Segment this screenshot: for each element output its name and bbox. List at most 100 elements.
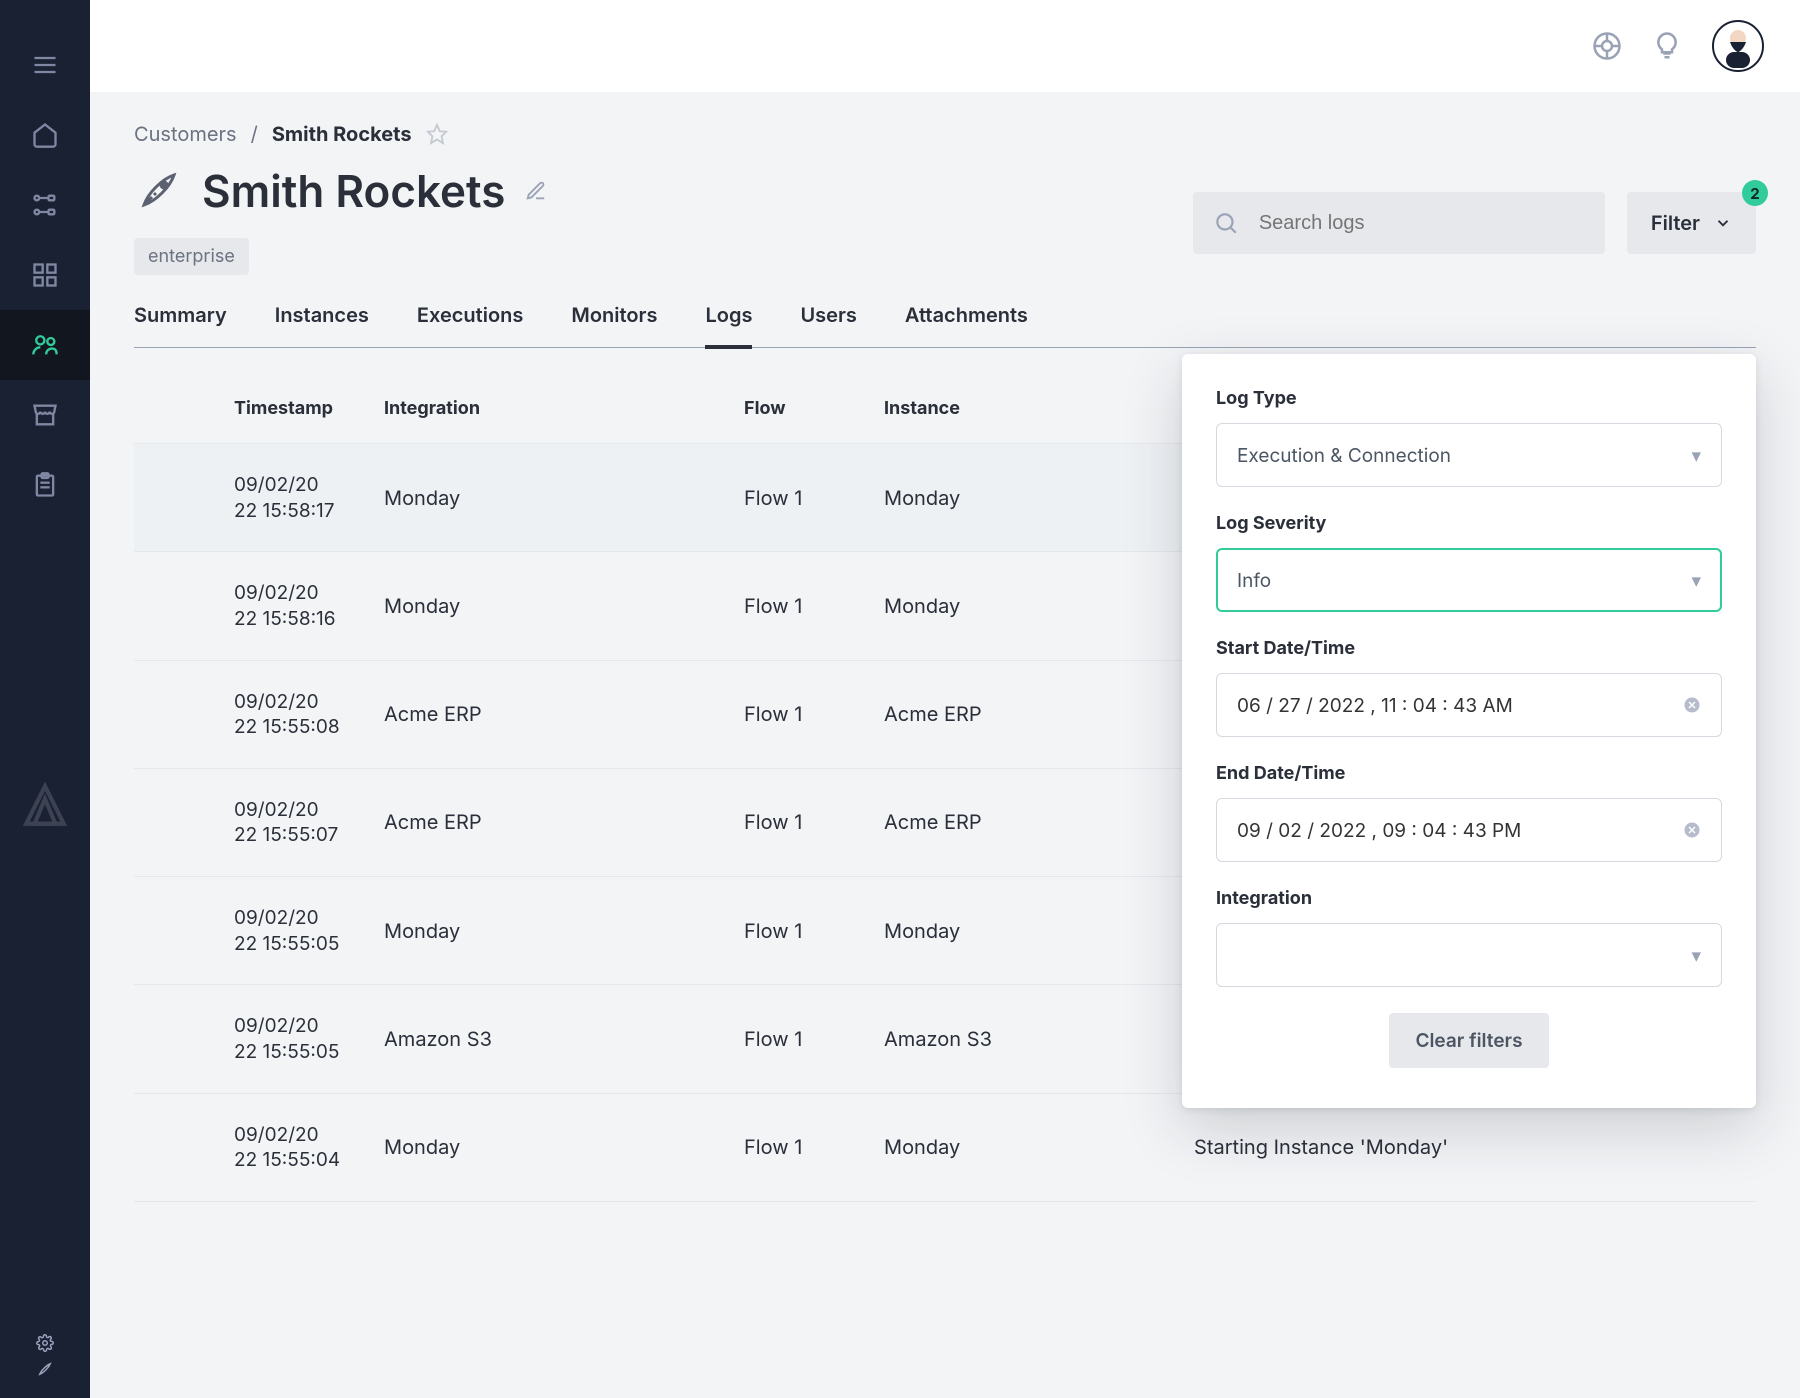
sidebar bbox=[0, 0, 90, 1398]
cell-integration: Monday bbox=[384, 1135, 744, 1159]
tab-monitors[interactable]: Monitors bbox=[571, 303, 657, 347]
end-datetime-input[interactable]: 09 / 02 / 2022 , 09 : 04 : 43 PM bbox=[1216, 798, 1722, 862]
cell-flow: Flow 1 bbox=[744, 919, 884, 943]
start-datetime-value: 06 / 27 / 2022 , 11 : 04 : 43 AM bbox=[1237, 694, 1513, 717]
sidebar-logo-watermark bbox=[20, 780, 70, 830]
cell-flow: Flow 1 bbox=[744, 810, 884, 834]
clear-end-icon[interactable] bbox=[1683, 821, 1701, 839]
home-icon bbox=[31, 121, 59, 149]
cell-instance: Monday bbox=[884, 594, 1194, 618]
cell-flow: Flow 1 bbox=[744, 1135, 884, 1159]
log-type-value: Execution & Connection bbox=[1237, 444, 1451, 467]
cell-instance: Acme ERP bbox=[884, 702, 1194, 726]
cell-flow: Flow 1 bbox=[744, 486, 884, 510]
chevron-down-icon: ▾ bbox=[1691, 944, 1701, 967]
search-input[interactable] bbox=[1257, 211, 1585, 236]
cell-message: Starting Instance 'Monday' bbox=[1194, 1135, 1800, 1159]
end-datetime-value: 09 / 02 / 2022 , 09 : 04 : 43 PM bbox=[1237, 819, 1521, 842]
page: Customers / Smith Rockets Smith Rockets … bbox=[90, 92, 1800, 1398]
tab-instances[interactable]: Instances bbox=[275, 303, 369, 347]
sidebar-item-components[interactable] bbox=[0, 240, 90, 310]
sidebar-menu-toggle[interactable] bbox=[0, 30, 90, 100]
page-title: Smith Rockets bbox=[202, 164, 505, 218]
sidebar-item-logs[interactable] bbox=[0, 450, 90, 520]
cell-integration: Monday bbox=[384, 919, 744, 943]
col-instance: Instance bbox=[884, 398, 1194, 419]
edit-title-icon[interactable] bbox=[525, 180, 547, 202]
log-type-select[interactable]: Execution & Connection ▾ bbox=[1216, 423, 1722, 487]
cell-integration: Amazon S3 bbox=[384, 1027, 744, 1051]
filter-label: Filter bbox=[1651, 211, 1700, 235]
cell-timestamp: 09/02/2022 15:58:16 bbox=[234, 580, 384, 631]
log-type-label: Log Type bbox=[1216, 388, 1722, 409]
avatar[interactable] bbox=[1712, 20, 1764, 72]
cell-timestamp: 09/02/2022 15:55:05 bbox=[234, 1013, 384, 1064]
cell-integration: Monday bbox=[384, 486, 744, 510]
sidebar-item-integrations[interactable] bbox=[0, 170, 90, 240]
clipboard-icon bbox=[31, 471, 59, 499]
cell-instance: Amazon S3 bbox=[884, 1027, 1194, 1051]
tab-users[interactable]: Users bbox=[800, 303, 856, 347]
help-icon[interactable] bbox=[1592, 31, 1622, 61]
integration-select[interactable]: ▾ bbox=[1216, 923, 1722, 987]
sidebar-item-marketplace[interactable] bbox=[0, 380, 90, 450]
clear-start-icon[interactable] bbox=[1683, 696, 1701, 714]
filter-count-badge: 2 bbox=[1742, 180, 1768, 206]
gear-icon[interactable] bbox=[36, 1334, 54, 1352]
cell-integration: Acme ERP bbox=[384, 810, 744, 834]
filter-button[interactable]: Filter 2 bbox=[1627, 192, 1756, 254]
severity-select[interactable]: Info ▾ bbox=[1216, 548, 1722, 612]
clear-filters-button[interactable]: Clear filters bbox=[1389, 1013, 1548, 1068]
search-input-wrapper[interactable] bbox=[1193, 192, 1605, 254]
tabs: Summary Instances Executions Monitors Lo… bbox=[134, 303, 1756, 348]
lightbulb-icon[interactable] bbox=[1652, 31, 1682, 61]
grid-icon bbox=[31, 261, 59, 289]
cell-timestamp: 09/02/2022 15:58:17 bbox=[234, 472, 384, 523]
cell-instance: Monday bbox=[884, 486, 1194, 510]
cell-instance: Monday bbox=[884, 919, 1194, 943]
breadcrumb-parent[interactable]: Customers bbox=[134, 122, 237, 146]
cell-integration: Monday bbox=[384, 594, 744, 618]
cell-instance: Monday bbox=[884, 1135, 1194, 1159]
chevron-down-icon bbox=[1714, 214, 1732, 232]
col-integration: Integration bbox=[384, 398, 744, 419]
breadcrumb: Customers / Smith Rockets bbox=[134, 122, 1756, 146]
sidebar-item-home[interactable] bbox=[0, 100, 90, 170]
start-datetime-label: Start Date/Time bbox=[1216, 638, 1722, 659]
rocket-icon bbox=[134, 167, 182, 215]
tab-logs[interactable]: Logs bbox=[705, 303, 752, 349]
cell-integration: Acme ERP bbox=[384, 702, 744, 726]
search-icon bbox=[1213, 210, 1239, 236]
integration-filter-label: Integration bbox=[1216, 888, 1722, 909]
cell-instance: Acme ERP bbox=[884, 810, 1194, 834]
tag-enterprise: enterprise bbox=[134, 238, 249, 275]
cell-timestamp: 09/02/2022 15:55:04 bbox=[234, 1122, 384, 1173]
store-icon bbox=[31, 401, 59, 429]
cell-flow: Flow 1 bbox=[744, 1027, 884, 1051]
cell-flow: Flow 1 bbox=[744, 702, 884, 726]
severity-label: Log Severity bbox=[1216, 513, 1722, 534]
col-flow: Flow bbox=[744, 398, 884, 419]
table-row[interactable]: 09/02/2022 15:55:04MondayFlow 1MondaySta… bbox=[134, 1094, 1756, 1202]
tab-summary[interactable]: Summary bbox=[134, 303, 227, 347]
chevron-down-icon: ▾ bbox=[1691, 569, 1701, 592]
cell-timestamp: 09/02/2022 15:55:08 bbox=[234, 689, 384, 740]
favorite-star-icon[interactable] bbox=[426, 123, 448, 145]
cell-timestamp: 09/02/2022 15:55:07 bbox=[234, 797, 384, 848]
start-datetime-input[interactable]: 06 / 27 / 2022 , 11 : 04 : 43 AM bbox=[1216, 673, 1722, 737]
log-controls: Filter 2 bbox=[1193, 192, 1756, 254]
tab-attachments[interactable]: Attachments bbox=[905, 303, 1028, 347]
end-datetime-label: End Date/Time bbox=[1216, 763, 1722, 784]
filter-panel: Log Type Execution & Connection ▾ Log Se… bbox=[1182, 354, 1756, 1108]
cell-timestamp: 09/02/2022 15:55:05 bbox=[234, 905, 384, 956]
breadcrumb-separator: / bbox=[251, 122, 258, 146]
breadcrumb-current: Smith Rockets bbox=[272, 122, 412, 146]
sidebar-item-customers[interactable] bbox=[0, 310, 90, 380]
cell-flow: Flow 1 bbox=[744, 594, 884, 618]
col-timestamp: Timestamp bbox=[234, 398, 384, 419]
tab-executions[interactable]: Executions bbox=[417, 303, 523, 347]
topbar bbox=[90, 0, 1800, 92]
flow-icon bbox=[31, 191, 59, 219]
severity-value: Info bbox=[1237, 569, 1271, 592]
rocket-mini-icon[interactable] bbox=[36, 1360, 54, 1378]
